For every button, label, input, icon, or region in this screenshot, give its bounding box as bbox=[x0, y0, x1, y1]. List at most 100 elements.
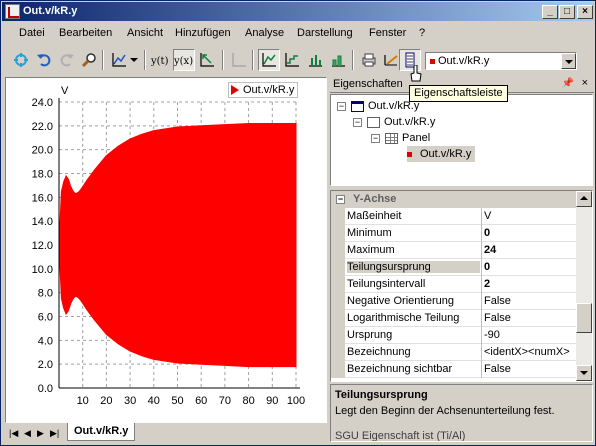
close-button[interactable]: × bbox=[577, 5, 593, 19]
chart-svg: 0.0 2.0 4.0 6.0 8.0 10.0 12.0 14.0 16.0 18.0 20.0 2… bbox=[32, 85, 306, 407]
x-tick-label: 80 bbox=[242, 395, 254, 407]
property-value[interactable]: False bbox=[481, 361, 578, 378]
legend[interactable]: Out.v/kR.y bbox=[228, 82, 299, 98]
property-row[interactable]: Negative Orientierung False bbox=[331, 293, 578, 310]
menu-help[interactable]: ? bbox=[419, 27, 425, 39]
row-gutter bbox=[331, 276, 345, 293]
row-gutter bbox=[331, 361, 345, 378]
mouse-cursor-icon bbox=[410, 65, 422, 82]
property-row[interactable]: Teilungsursprung 0 bbox=[331, 259, 578, 276]
property-value[interactable]: V bbox=[481, 208, 578, 225]
property-value[interactable]: 0 bbox=[481, 259, 578, 276]
object-tree: − Out.v/kR.y − Out.v/kR.y − Panel Out.v/… bbox=[330, 94, 593, 186]
property-value[interactable]: 2 bbox=[481, 276, 578, 293]
property-row[interactable]: Bezeichnung <identX><numX> bbox=[331, 344, 578, 361]
property-scrollbar[interactable] bbox=[576, 191, 592, 381]
property-row[interactable]: Maximum 24 bbox=[331, 242, 578, 259]
menu-hinzufuegen[interactable]: Hinzufügen bbox=[175, 27, 231, 39]
target-icon[interactable] bbox=[10, 49, 32, 71]
scroll-down-icon[interactable] bbox=[576, 365, 592, 381]
print-icon[interactable] bbox=[358, 49, 380, 71]
collapse-icon[interactable]: − bbox=[337, 101, 346, 111]
maximize-button[interactable]: □ bbox=[559, 5, 575, 19]
chevron-down-icon[interactable] bbox=[128, 49, 140, 71]
menu-bearbeiten[interactable]: Bearbeiten bbox=[59, 27, 112, 39]
properties-panel: Eigenschaften 📌 × − Out.v/kR.y − Out.v/k… bbox=[330, 75, 594, 443]
row-gutter bbox=[331, 293, 345, 310]
tab-active[interactable]: Out.v/kR.y bbox=[67, 423, 136, 441]
row-gutter bbox=[331, 225, 345, 242]
property-row[interactable]: Ursprung -90 bbox=[331, 327, 578, 344]
dropdown-arrow-icon[interactable] bbox=[561, 53, 576, 69]
row-gutter bbox=[331, 242, 345, 259]
app-icon[interactable] bbox=[5, 4, 20, 19]
menu-ansicht[interactable]: Ansicht bbox=[127, 27, 163, 39]
svg-text:y(t): y(t) bbox=[151, 56, 169, 67]
yx-plot-icon[interactable]: y(x) bbox=[173, 49, 195, 71]
minimize-button[interactable]: _ bbox=[542, 5, 558, 19]
line-plot-icon[interactable] bbox=[258, 49, 280, 71]
property-category[interactable]: − Y-Achse bbox=[331, 191, 578, 208]
tree-node-series[interactable]: Out.v/kR.y bbox=[407, 146, 476, 162]
x-tick-label: 100 bbox=[287, 395, 305, 407]
axis-style-icon[interactable] bbox=[108, 49, 130, 71]
menu-analyse[interactable]: Analyse bbox=[245, 27, 284, 39]
description-extra: SGU Eigenschaft ist (Ti/Al) bbox=[335, 430, 466, 442]
menu-darstellung[interactable]: Darstellung bbox=[297, 27, 353, 39]
x-tick-label: 10 bbox=[77, 395, 89, 407]
variable-select[interactable]: Out.v/kR.y bbox=[425, 52, 577, 70]
scroll-up-icon[interactable] bbox=[576, 191, 592, 207]
last-tab-icon[interactable]: ▶| bbox=[50, 428, 59, 439]
pin-icon[interactable]: 📌 bbox=[562, 78, 574, 89]
y-tick-label: 22.0 bbox=[32, 121, 53, 133]
title-bar[interactable]: Out.v/kR.y _ □ × bbox=[2, 2, 594, 21]
y-tick-label: 12.0 bbox=[32, 240, 53, 252]
collapse-icon[interactable]: − bbox=[336, 195, 345, 204]
bar-plot-icon[interactable] bbox=[327, 49, 349, 71]
next-tab-icon[interactable]: ▶ bbox=[37, 428, 44, 439]
prev-tab-icon[interactable]: ◀ bbox=[24, 428, 31, 439]
step-plot-icon[interactable] bbox=[281, 49, 303, 71]
xy-axes-icon[interactable] bbox=[196, 49, 218, 71]
stem-plot-icon[interactable] bbox=[304, 49, 326, 71]
redo-icon[interactable] bbox=[56, 49, 78, 71]
property-row[interactable]: Logarithmische Teilung False bbox=[331, 310, 578, 327]
undo-icon[interactable] bbox=[33, 49, 55, 71]
collapse-icon[interactable]: − bbox=[353, 117, 362, 127]
property-value[interactable]: 0 bbox=[481, 225, 578, 242]
x-tick-label: 90 bbox=[266, 395, 278, 407]
scroll-thumb[interactable] bbox=[576, 303, 592, 333]
y-tick-label: 24.0 bbox=[32, 97, 53, 109]
chart-area[interactable]: 0.0 2.0 4.0 6.0 8.0 10.0 12.0 14.0 16.0 18.0 20.0 2… bbox=[5, 77, 327, 423]
series-envelope[interactable] bbox=[58, 123, 297, 368]
close-panel-icon[interactable]: × bbox=[582, 77, 588, 89]
property-value[interactable]: False bbox=[481, 310, 578, 327]
zoom-icon[interactable] bbox=[78, 49, 100, 71]
property-value[interactable]: <identX><numX> bbox=[481, 344, 578, 361]
tree-node-window[interactable]: − Out.v/kR.y bbox=[337, 98, 419, 114]
axes-disabled-icon[interactable] bbox=[228, 49, 250, 71]
legend-marker-icon bbox=[231, 85, 239, 95]
row-gutter bbox=[331, 327, 345, 344]
property-row[interactable]: Minimum 0 bbox=[331, 225, 578, 242]
tree-node-page[interactable]: − Out.v/kR.y bbox=[353, 114, 435, 130]
property-name: Bezeichnung sichtbar bbox=[347, 363, 453, 375]
tree-node-panel[interactable]: − Panel bbox=[371, 130, 430, 146]
property-value[interactable]: False bbox=[481, 293, 578, 310]
property-row[interactable]: Teilungsintervall 2 bbox=[331, 276, 578, 293]
x-tick-label: 60 bbox=[195, 395, 207, 407]
property-name: Ursprung bbox=[347, 329, 393, 341]
row-gutter bbox=[331, 259, 345, 276]
first-tab-icon[interactable]: |◀ bbox=[9, 428, 18, 439]
svg-text:y(x): y(x) bbox=[174, 56, 193, 67]
property-row[interactable]: Bezeichnung sichtbar False bbox=[331, 361, 578, 378]
collapse-icon[interactable]: − bbox=[371, 133, 380, 143]
property-value[interactable]: -90 bbox=[481, 327, 578, 344]
property-row[interactable]: Maßeinheit V bbox=[331, 208, 578, 225]
menu-fenster[interactable]: Fenster bbox=[369, 27, 406, 39]
yt-plot-icon[interactable]: y(t) bbox=[150, 49, 172, 71]
toolbar-separator bbox=[352, 50, 354, 70]
window-icon bbox=[351, 100, 364, 112]
menu-datei[interactable]: Datei bbox=[19, 27, 45, 39]
property-value[interactable]: 24 bbox=[481, 242, 578, 259]
